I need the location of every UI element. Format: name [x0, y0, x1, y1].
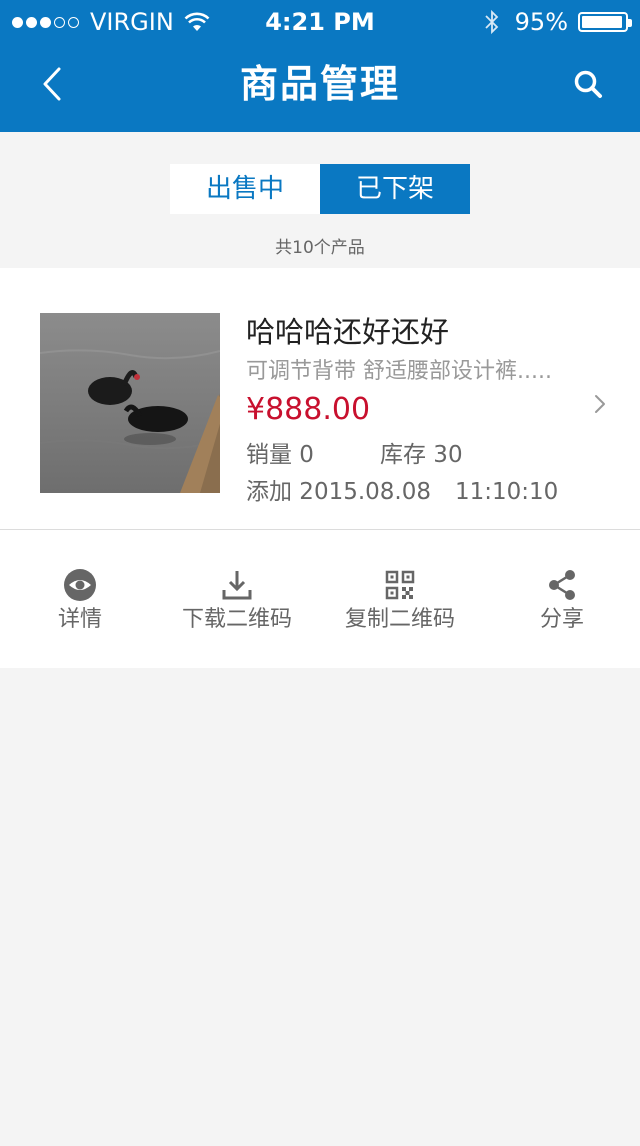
download-qr-button[interactable]: 下载二维码: [157, 530, 317, 668]
product-name: 哈哈哈还好还好: [246, 315, 450, 349]
product-added-date: 添加 2015.08.08: [246, 479, 431, 505]
product-photo: [40, 313, 220, 493]
header: VIRGIN 4:21 PM 95% 商品管理: [0, 0, 640, 132]
product-description: 可调节背带 舒适腰部设计裤.....: [246, 359, 552, 384]
status-bar: VIRGIN 4:21 PM 95%: [0, 0, 640, 44]
status-segmented-control: 出售中 已下架: [170, 164, 470, 214]
product-card: 哈哈哈还好还好 可调节背带 舒适腰部设计裤..... ¥888.00 销量 0 …: [0, 268, 640, 668]
tab-on-sale[interactable]: 出售中: [170, 164, 320, 214]
bluetooth-icon: [485, 9, 498, 35]
product-count: 共10个产品: [275, 238, 365, 258]
copy-qr-button[interactable]: 复制二维码: [320, 530, 480, 668]
search-button[interactable]: [566, 62, 610, 106]
product-price: ¥888.00: [246, 392, 371, 427]
battery-percentage: 95%: [514, 8, 568, 36]
search-icon: [574, 70, 602, 98]
share-icon: [549, 570, 575, 600]
chevron-right-icon[interactable]: [592, 392, 608, 416]
share-label: 分享: [539, 607, 584, 632]
status-right: 95%: [483, 8, 632, 36]
download-icon: [222, 571, 252, 600]
product-sales: 销量 0: [246, 442, 314, 468]
page-title: 商品管理: [239, 62, 400, 106]
product-actions: 详情 下载二维码 复制二维码 分享: [0, 530, 640, 668]
product-added-time: 11:10:10: [455, 479, 559, 505]
details-button[interactable]: 详情: [0, 530, 160, 668]
battery-icon: [578, 12, 632, 32]
tab-off-shelf[interactable]: 已下架: [320, 164, 470, 214]
eye-icon: [64, 569, 96, 601]
product-stock: 库存 30: [380, 442, 463, 468]
share-button[interactable]: 分享: [482, 530, 640, 668]
qr-code-icon: [385, 570, 415, 600]
product-image[interactable]: [40, 313, 220, 493]
